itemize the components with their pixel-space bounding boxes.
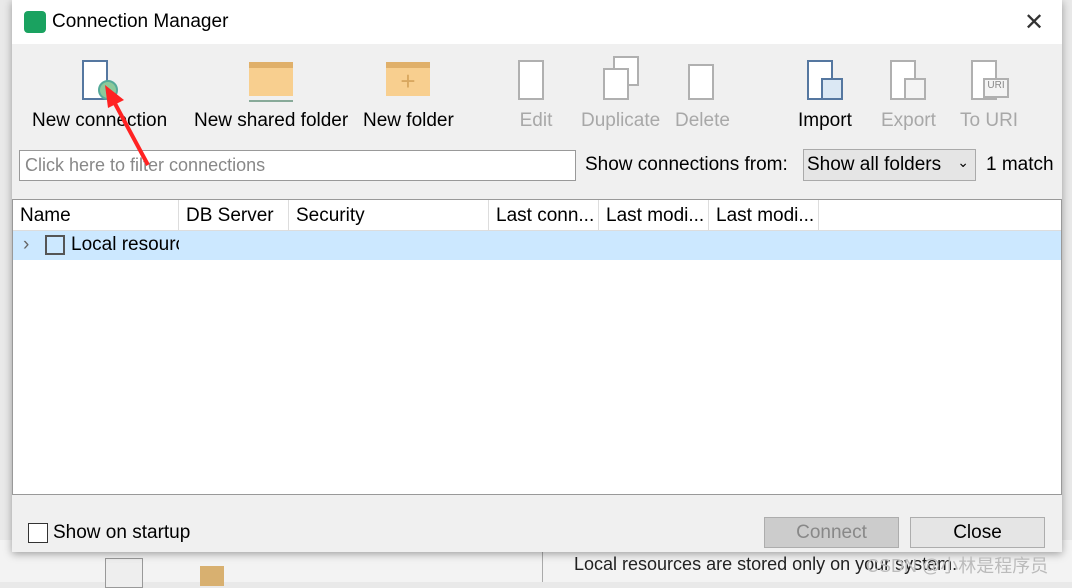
delete-button[interactable]: Delete: [675, 56, 730, 132]
uri-icon: URI: [967, 56, 1011, 104]
table-header: Name DB Server Security Last conn... Las…: [13, 200, 1061, 231]
close-icon[interactable]: ✕: [1024, 8, 1044, 37]
label: Export: [881, 110, 936, 131]
show-connections-label: Show connections from:: [585, 154, 788, 175]
background-folder-icon: [200, 566, 224, 586]
export-button[interactable]: Export: [881, 56, 936, 132]
duplicate-icon: [599, 56, 643, 104]
export-icon: [886, 56, 930, 104]
shared-folder-icon: [249, 56, 294, 104]
connections-table: Name DB Server Security Last conn... Las…: [12, 199, 1062, 495]
to-uri-button[interactable]: URI To URI: [960, 56, 1018, 132]
connection-manager-dialog: Connection Manager ✕ New connection New …: [12, 0, 1062, 552]
label: Duplicate: [581, 110, 661, 131]
edit-button[interactable]: Edit: [514, 56, 558, 132]
chevron-right-icon[interactable]: ›: [23, 234, 29, 256]
background-button: [105, 558, 143, 588]
show-on-startup-label: Show on startup: [53, 522, 191, 543]
server-icon: [45, 235, 65, 255]
selected-value: Show all folders: [807, 154, 942, 175]
column-header[interactable]: Security: [289, 200, 489, 230]
label: Delete: [675, 110, 730, 131]
label: Edit: [519, 110, 553, 131]
edit-icon: [514, 56, 558, 104]
column-header[interactable]: Name: [13, 200, 179, 230]
close-button[interactable]: Close: [910, 517, 1045, 548]
show-on-startup-checkbox[interactable]: [28, 523, 48, 543]
uri-badge: URI: [983, 78, 1010, 98]
connect-button[interactable]: Connect: [764, 517, 899, 548]
column-header[interactable]: Last modi...: [599, 200, 709, 230]
column-header[interactable]: Last conn...: [489, 200, 599, 230]
app-logo-icon: [24, 11, 46, 33]
window-title: Connection Manager: [52, 11, 229, 32]
chevron-down-icon: ⌄: [957, 154, 969, 170]
new-folder-button[interactable]: + New folder: [363, 56, 454, 132]
watermark: CSDN @小林是程序员: [866, 556, 1049, 576]
column-header[interactable]: DB Server: [179, 200, 289, 230]
folder-select[interactable]: Show all folders ⌄: [803, 149, 976, 181]
match-count: 1 match: [986, 154, 1054, 175]
new-shared-folder-button[interactable]: New shared folder: [194, 56, 348, 132]
import-icon: [803, 56, 847, 104]
label: New shared folder: [194, 110, 349, 131]
label: New folder: [363, 110, 454, 131]
new-folder-icon: +: [386, 56, 431, 104]
column-header[interactable]: Last modi...: [709, 200, 819, 230]
label: Import: [798, 110, 852, 131]
row-name: Local resources: [71, 234, 179, 255]
trash-icon: [680, 56, 724, 104]
title-bar: Connection Manager ✕: [12, 0, 1062, 44]
label: To URI: [960, 110, 1019, 131]
table-row[interactable]: › Local resources: [13, 231, 1061, 260]
red-arrow-annotation: [105, 85, 150, 166]
import-button[interactable]: Import: [798, 56, 852, 132]
duplicate-button[interactable]: Duplicate: [581, 56, 660, 132]
